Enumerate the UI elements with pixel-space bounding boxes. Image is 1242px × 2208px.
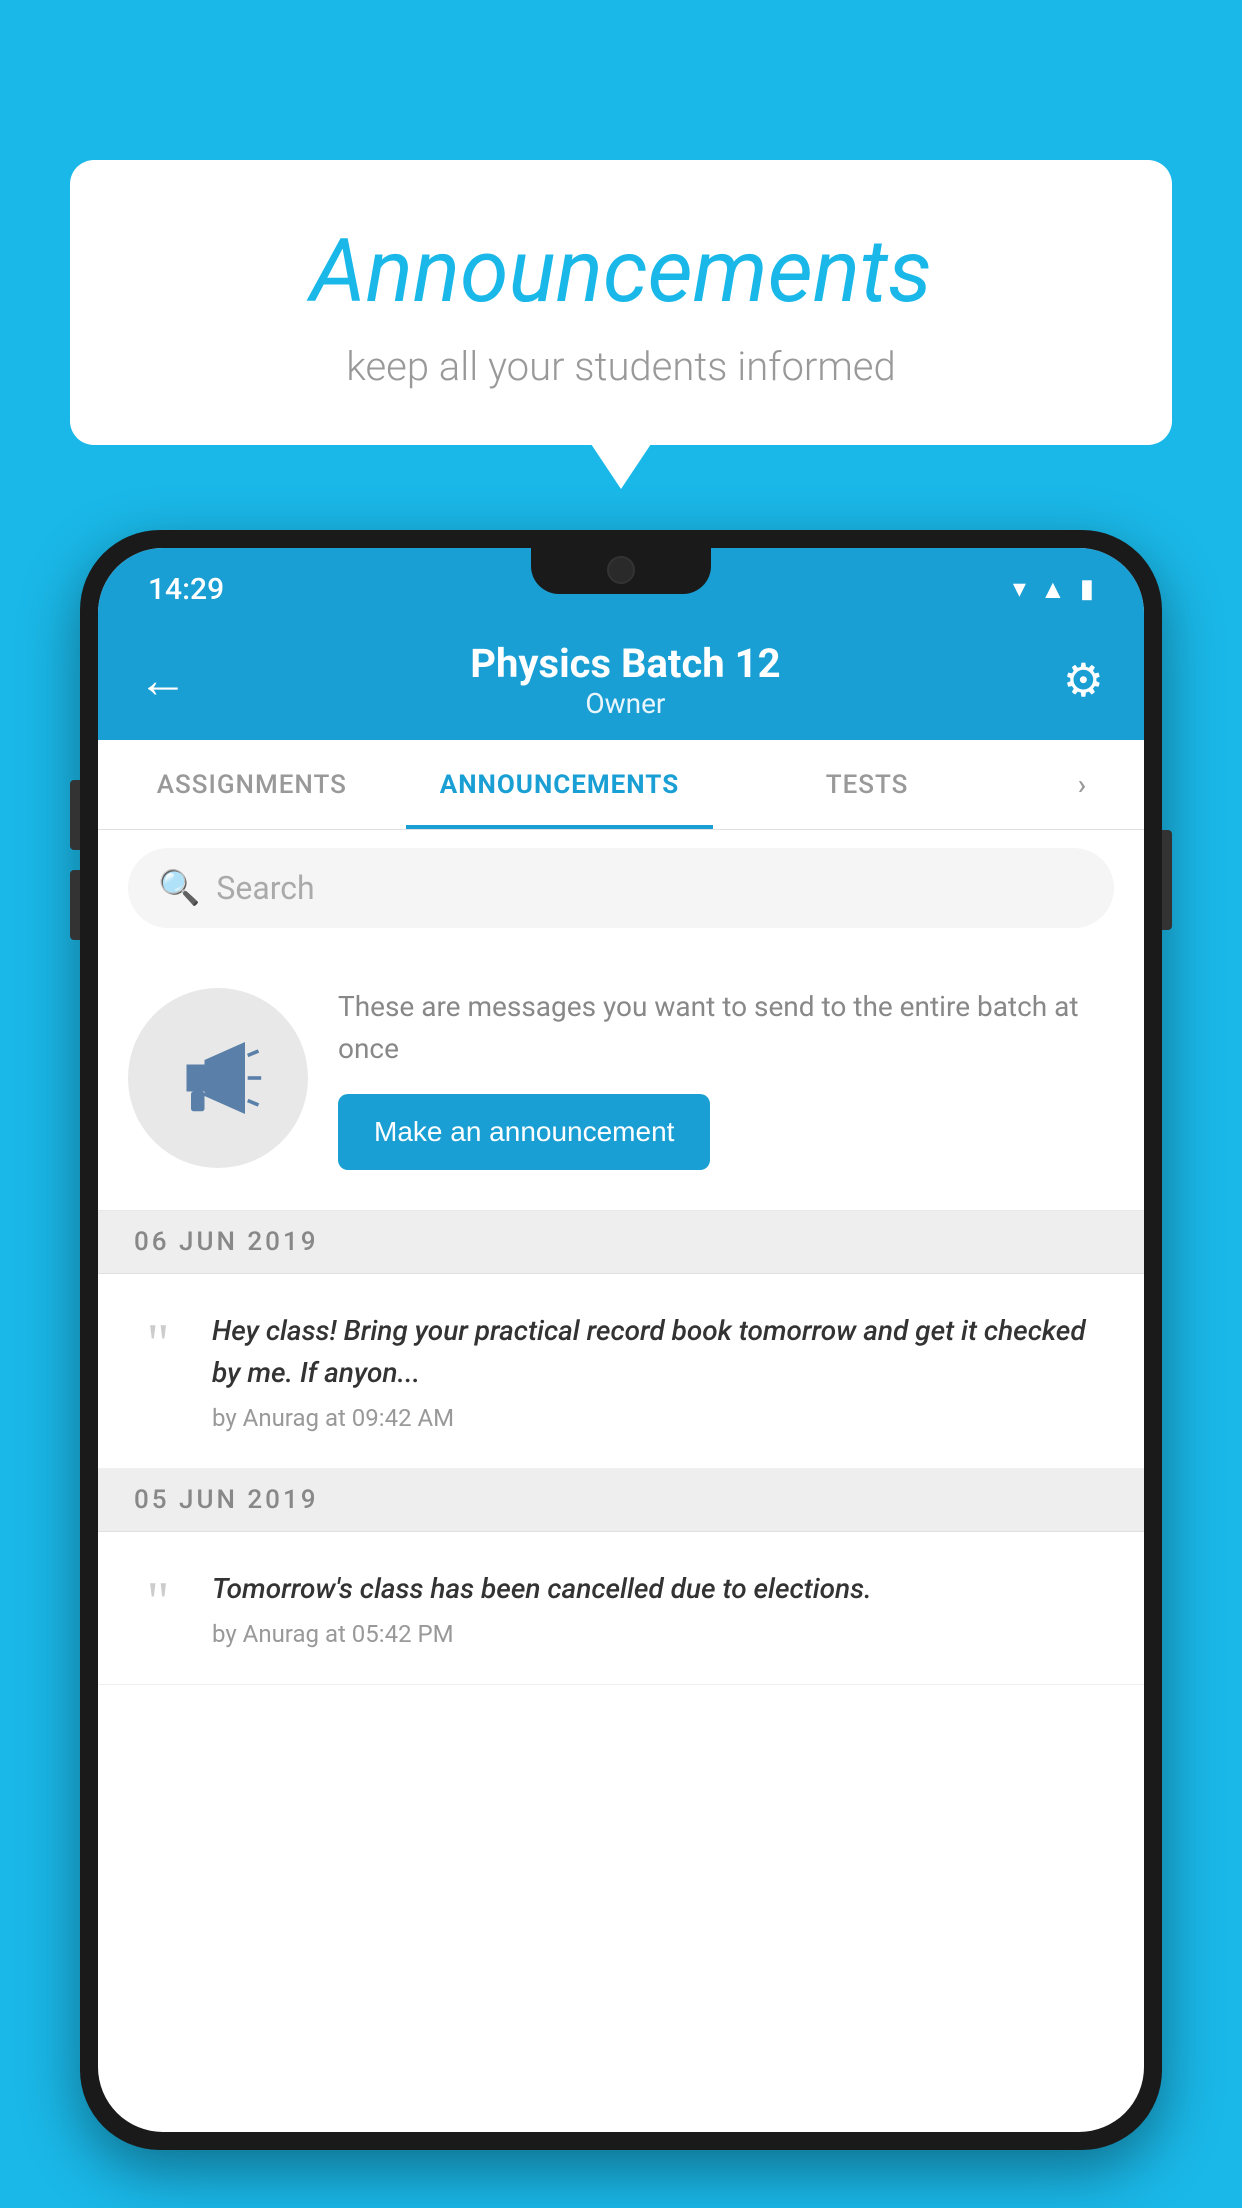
speech-bubble: Announcements keep all your students inf… [70,160,1172,445]
power-button[interactable] [1162,830,1172,930]
date-separator-1: 06 JUN 2019 [98,1211,1144,1274]
quote-icon-2: " [128,1574,188,1630]
tab-tests[interactable]: TESTS [713,740,1021,829]
app-header: ← Physics Batch 12 Owner ⚙ [98,620,1144,740]
status-icons: ▾ ▲ ▮ [1013,574,1094,605]
promo-icon-circle [128,988,308,1168]
volume-down-button[interactable] [70,870,80,940]
announcement-content-1: Hey class! Bring your practical record b… [212,1310,1114,1432]
back-button[interactable]: ← [138,651,188,710]
search-icon: 🔍 [158,868,200,908]
wifi-icon: ▾ [1013,574,1026,604]
announcement-text-2: Tomorrow's class has been cancelled due … [212,1568,1114,1610]
phone-screen: 14:29 ▾ ▲ ▮ ← Physics Batch 12 Owner ⚙ [98,548,1144,2132]
phone-notch [531,548,711,594]
header-subtitle: Owner [470,687,780,720]
tab-announcements[interactable]: ANNOUNCEMENTS [406,740,714,829]
announcement-text-1: Hey class! Bring your practical record b… [212,1310,1114,1394]
announcement-meta-1: by Anurag at 09:42 AM [212,1404,1114,1432]
tab-assignments[interactable]: ASSIGNMENTS [98,740,406,829]
speech-bubble-container: Announcements keep all your students inf… [70,160,1172,445]
front-camera [607,556,635,584]
status-time: 14:29 [148,572,224,607]
search-box[interactable]: 🔍 Search [128,848,1114,928]
bubble-title: Announcements [120,220,1122,323]
announcement-item-1[interactable]: " Hey class! Bring your practical record… [98,1274,1144,1469]
settings-button[interactable]: ⚙ [1063,653,1104,708]
quote-icon-1: " [128,1316,188,1372]
search-input[interactable]: Search [216,869,314,907]
tab-more[interactable]: › [1021,740,1144,829]
make-announcement-button[interactable]: Make an announcement [338,1094,710,1170]
battery-icon: ▮ [1080,574,1094,604]
bubble-subtitle: keep all your students informed [120,343,1122,390]
announcement-content-2: Tomorrow's class has been cancelled due … [212,1568,1114,1648]
promo-right: These are messages you want to send to t… [338,986,1114,1170]
volume-up-button[interactable] [70,780,80,850]
promo-card: These are messages you want to send to t… [98,946,1144,1211]
phone-wrapper: 14:29 ▾ ▲ ▮ ← Physics Batch 12 Owner ⚙ [80,530,1162,2208]
phone-outer: 14:29 ▾ ▲ ▮ ← Physics Batch 12 Owner ⚙ [80,530,1162,2150]
tabs-bar: ASSIGNMENTS ANNOUNCEMENTS TESTS › [98,740,1144,830]
megaphone-icon [173,1033,263,1123]
search-container: 🔍 Search [98,830,1144,946]
header-title: Physics Batch 12 [470,640,780,687]
header-title-group: Physics Batch 12 Owner [470,640,780,720]
announcement-item-2[interactable]: " Tomorrow's class has been cancelled du… [98,1532,1144,1685]
announcement-meta-2: by Anurag at 05:42 PM [212,1620,1114,1648]
signal-icon: ▲ [1040,574,1066,605]
promo-description: These are messages you want to send to t… [338,986,1114,1070]
date-separator-2: 05 JUN 2019 [98,1469,1144,1532]
